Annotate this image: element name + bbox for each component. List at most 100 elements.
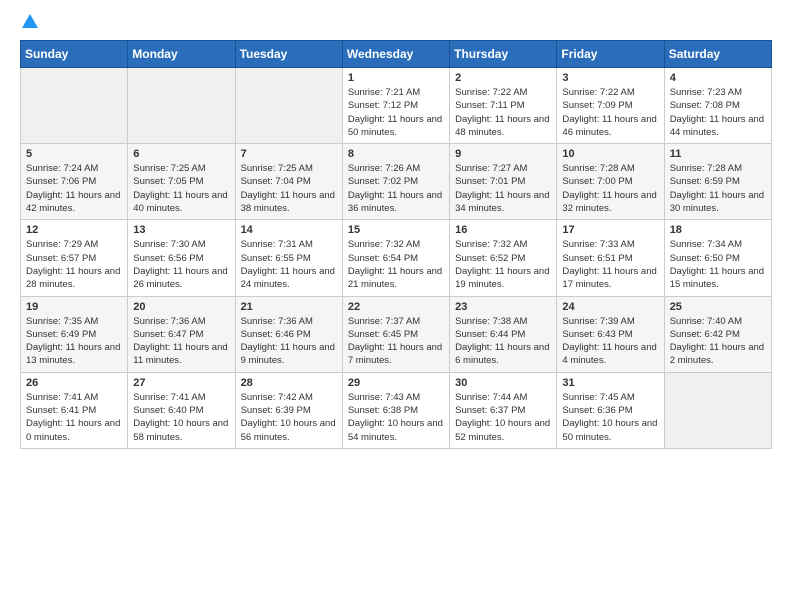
day-info: Sunrise: 7:26 AM Sunset: 7:02 PM Dayligh… [348,162,444,215]
calendar-cell: 25 Sunrise: 7:40 AM Sunset: 6:42 PM Dayli… [664,296,771,372]
weekday-header-monday: Monday [128,41,235,68]
calendar-cell: 8 Sunrise: 7:26 AM Sunset: 7:02 PM Daylig… [342,144,449,220]
calendar-cell: 18Sunrise: 7:34 AM Sunset: 6:50 PM Dayli… [664,220,771,296]
calendar-cell [21,68,128,144]
calendar-cell: 24Sunrise: 7:39 AM Sunset: 6:43 PM Dayli… [557,296,664,372]
day-number: 15 [348,224,444,236]
weekday-header-row: SundayMondayTuesdayWednesdayThursdayFrid… [21,41,772,68]
day-info: Sunrise: 7:27 AM Sunset: 7:01 PM Dayligh… [455,162,551,215]
calendar-week-row: 26Sunrise: 7:41 AM Sunset: 6:41 PM Dayli… [21,372,772,448]
calendar-cell: 23 Sunrise: 7:38 AM Sunset: 6:44 PM Dayli… [450,296,557,372]
day-info: Sunrise: 7:28 AM Sunset: 7:00 PM Dayligh… [562,162,658,215]
day-number: 1 [348,72,444,84]
day-info: Sunrise: 7:44 AM Sunset: 6:37 PM Dayligh… [455,391,551,444]
day-number: 31 [562,377,658,389]
day-info: Sunrise: 7:38 AM Sunset: 6:44 PM Dayligh… [455,315,551,368]
day-info: Sunrise: 7:30 AM Sunset: 6:56 PM Dayligh… [133,238,229,291]
day-number: 14 [241,224,337,236]
calendar-cell: 20 Sunrise: 7:36 AM Sunset: 6:47 PM Dayli… [128,296,235,372]
weekday-header-thursday: Thursday [450,41,557,68]
day-info: Sunrise: 7:36 AM Sunset: 6:46 PM Dayligh… [241,315,337,368]
day-number: 8 [348,148,444,160]
calendar-week-row: 19 Sunrise: 7:35 AM Sunset: 6:49 PM Dayli… [21,296,772,372]
weekday-header-sunday: Sunday [21,41,128,68]
day-info: Sunrise: 7:42 AM Sunset: 6:39 PM Dayligh… [241,391,337,444]
day-number: 16 [455,224,551,236]
day-info: Sunrise: 7:31 AM Sunset: 6:55 PM Dayligh… [241,238,337,291]
day-number: 4 [670,72,766,84]
day-number: 20 [133,301,229,313]
calendar-cell: 17Sunrise: 7:33 AM Sunset: 6:51 PM Dayli… [557,220,664,296]
calendar-week-row: 5 Sunrise: 7:24 AM Sunset: 7:06 PM Daylig… [21,144,772,220]
day-number: 6 [133,148,229,160]
day-number: 2 [455,72,551,84]
day-info: Sunrise: 7:34 AM Sunset: 6:50 PM Dayligh… [670,238,766,291]
calendar-cell: 16 Sunrise: 7:32 AM Sunset: 6:52 PM Dayli… [450,220,557,296]
day-info: Sunrise: 7:22 AM Sunset: 7:09 PM Dayligh… [562,86,658,139]
day-info: Sunrise: 7:40 AM Sunset: 6:42 PM Dayligh… [670,315,766,368]
calendar-cell: 9 Sunrise: 7:27 AM Sunset: 7:01 PM Daylig… [450,144,557,220]
day-number: 28 [241,377,337,389]
day-number: 23 [455,301,551,313]
calendar-cell: 29 Sunrise: 7:43 AM Sunset: 6:38 PM Dayli… [342,372,449,448]
day-number: 27 [133,377,229,389]
day-info: Sunrise: 7:43 AM Sunset: 6:38 PM Dayligh… [348,391,444,444]
calendar-cell: 31 Sunrise: 7:45 AM Sunset: 6:36 PM Dayli… [557,372,664,448]
calendar-cell: 1 Sunrise: 7:21 AM Sunset: 7:12 PM Daylig… [342,68,449,144]
day-info: Sunrise: 7:22 AM Sunset: 7:11 PM Dayligh… [455,86,551,139]
calendar-cell: 6 Sunrise: 7:25 AM Sunset: 7:05 PM Daylig… [128,144,235,220]
calendar-cell: 3 Sunrise: 7:22 AM Sunset: 7:09 PM Daylig… [557,68,664,144]
calendar-cell: 4Sunrise: 7:23 AM Sunset: 7:08 PM Daylig… [664,68,771,144]
header [20,16,772,30]
calendar-cell: 5 Sunrise: 7:24 AM Sunset: 7:06 PM Daylig… [21,144,128,220]
day-info: Sunrise: 7:32 AM Sunset: 6:52 PM Dayligh… [455,238,551,291]
day-number: 22 [348,301,444,313]
calendar-cell: 26Sunrise: 7:41 AM Sunset: 6:41 PM Dayli… [21,372,128,448]
day-info: Sunrise: 7:28 AM Sunset: 6:59 PM Dayligh… [670,162,766,215]
day-number: 17 [562,224,658,236]
day-info: Sunrise: 7:25 AM Sunset: 7:04 PM Dayligh… [241,162,337,215]
logo-triangle-icon [22,14,38,28]
day-number: 24 [562,301,658,313]
calendar-cell: 30 Sunrise: 7:44 AM Sunset: 6:37 PM Dayli… [450,372,557,448]
calendar-cell: 13 Sunrise: 7:30 AM Sunset: 6:56 PM Dayli… [128,220,235,296]
day-number: 13 [133,224,229,236]
calendar-cell: 10 Sunrise: 7:28 AM Sunset: 7:00 PM Dayli… [557,144,664,220]
weekday-header-tuesday: Tuesday [235,41,342,68]
day-number: 7 [241,148,337,160]
day-info: Sunrise: 7:41 AM Sunset: 6:40 PM Dayligh… [133,391,229,444]
day-number: 12 [26,224,122,236]
day-info: Sunrise: 7:24 AM Sunset: 7:06 PM Dayligh… [26,162,122,215]
day-info: Sunrise: 7:35 AM Sunset: 6:49 PM Dayligh… [26,315,122,368]
day-info: Sunrise: 7:36 AM Sunset: 6:47 PM Dayligh… [133,315,229,368]
day-number: 11 [670,148,766,160]
calendar-cell [664,372,771,448]
day-number: 9 [455,148,551,160]
day-number: 3 [562,72,658,84]
calendar-cell: 12 Sunrise: 7:29 AM Sunset: 6:57 PM Dayli… [21,220,128,296]
day-info: Sunrise: 7:37 AM Sunset: 6:45 PM Dayligh… [348,315,444,368]
logo [20,16,38,30]
calendar-cell: 14 Sunrise: 7:31 AM Sunset: 6:55 PM Dayli… [235,220,342,296]
day-number: 26 [26,377,122,389]
weekday-header-wednesday: Wednesday [342,41,449,68]
weekday-header-friday: Friday [557,41,664,68]
calendar-week-row: 1 Sunrise: 7:21 AM Sunset: 7:12 PM Daylig… [21,68,772,144]
calendar-cell: 28 Sunrise: 7:42 AM Sunset: 6:39 PM Dayli… [235,372,342,448]
calendar-cell: 15Sunrise: 7:32 AM Sunset: 6:54 PM Dayli… [342,220,449,296]
day-info: Sunrise: 7:29 AM Sunset: 6:57 PM Dayligh… [26,238,122,291]
day-info: Sunrise: 7:45 AM Sunset: 6:36 PM Dayligh… [562,391,658,444]
day-number: 10 [562,148,658,160]
day-number: 19 [26,301,122,313]
day-number: 5 [26,148,122,160]
day-number: 21 [241,301,337,313]
day-number: 30 [455,377,551,389]
calendar-cell: 2 Sunrise: 7:22 AM Sunset: 7:11 PM Daylig… [450,68,557,144]
calendar-cell: 19 Sunrise: 7:35 AM Sunset: 6:49 PM Dayli… [21,296,128,372]
day-number: 29 [348,377,444,389]
day-info: Sunrise: 7:21 AM Sunset: 7:12 PM Dayligh… [348,86,444,139]
calendar-cell [128,68,235,144]
day-number: 25 [670,301,766,313]
day-info: Sunrise: 7:25 AM Sunset: 7:05 PM Dayligh… [133,162,229,215]
calendar-cell: 7 Sunrise: 7:25 AM Sunset: 7:04 PM Daylig… [235,144,342,220]
